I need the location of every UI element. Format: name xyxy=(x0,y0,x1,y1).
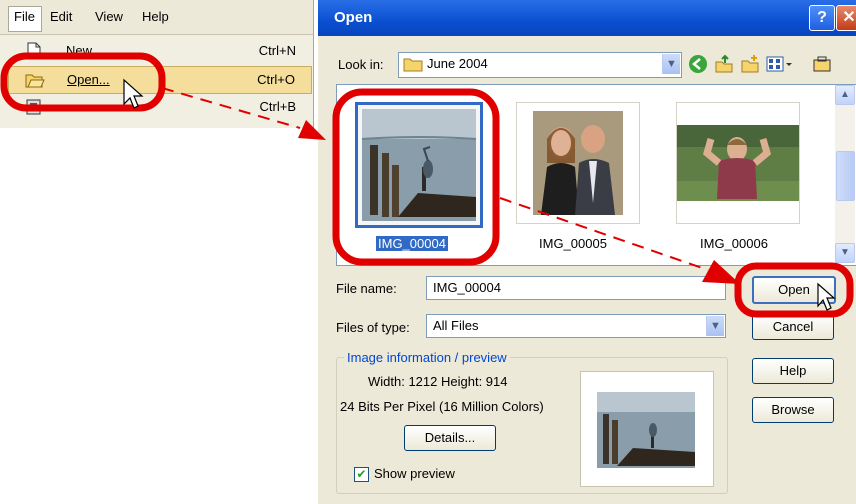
annotation-overlay xyxy=(0,52,854,318)
